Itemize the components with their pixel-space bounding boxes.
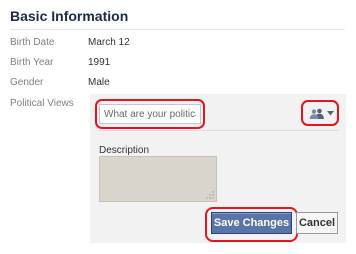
gender-value: Male — [88, 77, 110, 88]
birth-date-value: March 12 — [88, 37, 130, 48]
section-title: Basic Information — [10, 8, 129, 24]
title-divider — [10, 29, 345, 30]
input-highlight-annotation — [95, 99, 205, 129]
birth-date-label: Birth Date — [10, 37, 55, 48]
editor-divider — [99, 130, 339, 131]
save-highlight-annotation — [205, 207, 298, 242]
description-textarea[interactable] — [99, 156, 217, 202]
gender-label: Gender — [10, 77, 44, 88]
audience-highlight-annotation — [301, 100, 339, 126]
birth-year-value: 1991 — [88, 57, 111, 68]
description-label: Description — [99, 145, 150, 156]
birth-year-label: Birth Year — [10, 57, 54, 68]
cancel-button[interactable]: Cancel — [296, 212, 338, 234]
political-views-label: Political Views — [10, 98, 74, 109]
resize-grip-icon[interactable] — [206, 191, 214, 199]
